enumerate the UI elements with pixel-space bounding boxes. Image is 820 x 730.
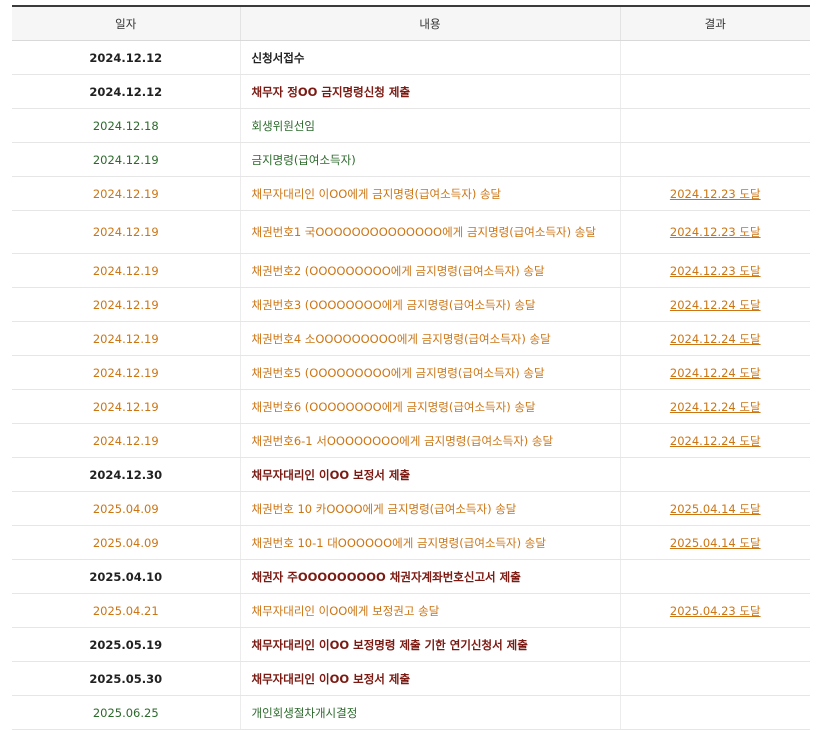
table-row: 2024.12.19 채권번호6 (OOOOOOOO에게 금지명령(급여소득자) … [12,389,810,424]
row-result-link[interactable]: 2024.12.23 도달 [670,264,761,278]
table-row: 2025.06.25 개인회생절차개시결정 [12,695,810,730]
row-result-cell: 2024.12.24 도달 [619,321,810,356]
table-row: 2024.12.19 채권번호2 (OOOOOOOOO에게 금지명령(급여소득자)… [12,253,810,288]
table-row: 2024.12.19 채권번호5 (OOOOOOOOO에게 금지명령(급여소득자)… [12,355,810,390]
table-row: 2024.12.19 채권번호4 소OOOOOOOOO에게 금지명령(급여소득자)… [12,321,810,356]
table-header-row: 일자 내용 결과 [12,6,810,41]
case-progress-table: 일자 내용 결과 2024.12.12 신청서접수 2024.12.12 채무자 정O… [12,5,810,730]
row-result-link[interactable]: 2025.04.14 도달 [670,502,761,516]
case-progress-panel: 일자 내용 결과 2024.12.12 신청서접수 2024.12.12 채무자 정O… [12,5,810,730]
header-content: 내용 [239,6,620,41]
row-result-link[interactable]: 2025.04.14 도달 [670,536,761,550]
row-content: 금지명령(급여소득자) [239,142,620,177]
row-content: 채권번호6 (OOOOOOOO에게 금지명령(급여소득자) 송달 [239,389,620,424]
row-date: 2024.12.19 [12,142,240,177]
row-date: 2024.12.19 [12,210,240,254]
row-content: 채무자대리인 이OO 보정서 제출 [239,457,620,492]
table-row: 2025.04.21 채무자대리인 이OO에게 보정권고 송달 2025.04.23… [12,593,810,628]
row-result-link[interactable]: 2024.12.23 도달 [670,187,761,201]
row-result-cell [619,661,810,696]
row-date: 2024.12.12 [12,74,240,109]
row-result-link[interactable]: 2024.12.24 도달 [670,332,761,346]
row-date: 2025.04.10 [12,559,240,594]
table-row: 2025.04.09 채권번호 10 카OOOO에게 금지명령(급여소득자) 송달… [12,491,810,526]
row-content: 채무자대리인 이OO 보정서 제출 [239,661,620,696]
row-result-link[interactable]: 2025.04.23 도달 [670,604,761,618]
row-date: 2025.04.09 [12,491,240,526]
table-row: 2024.12.12 신청서접수 [12,40,810,75]
row-content: 채권번호 10 카OOOO에게 금지명령(급여소득자) 송달 [239,491,620,526]
row-date: 2024.12.30 [12,457,240,492]
row-result-cell [619,74,810,109]
row-date: 2025.04.21 [12,593,240,628]
row-content: 채무자 정OO 금지명령신청 제출 [239,74,620,109]
row-result-link[interactable]: 2024.12.24 도달 [670,434,761,448]
table-row: 2024.12.19 채권번호1 국OOOOOOOOOOOOOO에게 금지명령(급… [12,210,810,254]
row-result-cell [619,40,810,75]
table-row: 2024.12.19 채무자대리인 이OO에게 금지명령(급여소득자) 송달 202… [12,176,810,211]
row-date: 2024.12.19 [12,176,240,211]
row-date: 2024.12.19 [12,423,240,458]
row-result-cell: 2024.12.24 도달 [619,423,810,458]
row-content: 채권자 주OOOOOOOOO 채권자계좌번호신고서 제출 [239,559,620,594]
header-result: 결과 [619,6,810,41]
row-result-link[interactable]: 2024.12.24 도달 [670,366,761,380]
row-result-cell: 2024.12.23 도달 [619,210,810,254]
row-content: 채권번호2 (OOOOOOOOO에게 금지명령(급여소득자) 송달 [239,253,620,288]
row-content: 채무자대리인 이OO에게 보정권고 송달 [239,593,620,628]
row-result-cell [619,695,810,730]
row-content: 채권번호3 (OOOOOOOO에게 금지명령(급여소득자) 송달 [239,287,620,322]
row-result-cell [619,457,810,492]
row-date: 2025.06.25 [12,695,240,730]
row-result-cell: 2024.12.24 도달 [619,287,810,322]
row-date: 2025.04.09 [12,525,240,560]
row-content: 신청서접수 [239,40,620,75]
table-row: 2024.12.12 채무자 정OO 금지명령신청 제출 [12,74,810,109]
table-row: 2024.12.18 회생위원선임 [12,108,810,143]
table-row: 2025.05.30 채무자대리인 이OO 보정서 제출 [12,661,810,696]
row-result-cell [619,559,810,594]
table-row: 2025.04.10 채권자 주OOOOOOOOO 채권자계좌번호신고서 제출 [12,559,810,594]
row-result-cell [619,142,810,177]
table-body: 2024.12.12 신청서접수 2024.12.12 채무자 정OO 금지명령신청 … [12,40,810,730]
row-result-link[interactable]: 2024.12.23 도달 [670,225,761,239]
row-result-cell: 2025.04.23 도달 [619,593,810,628]
row-result-cell: 2024.12.23 도달 [619,253,810,288]
row-content: 채무자대리인 이OO에게 금지명령(급여소득자) 송달 [239,176,620,211]
row-content: 채권번호 10-1 대OOOOOO에게 금지명령(급여소득자) 송달 [239,525,620,560]
table-row: 2024.12.19 채권번호6-1 서OOOOOOOO에게 금지명령(급여소득자… [12,423,810,458]
row-content: 채권번호6-1 서OOOOOOOO에게 금지명령(급여소득자) 송달 [239,423,620,458]
row-content: 채권번호1 국OOOOOOOOOOOOOO에게 금지명령(급여소득자) 송달 [239,210,620,254]
row-date: 2024.12.19 [12,253,240,288]
table-row: 2024.12.19 채권번호3 (OOOOOOOO에게 금지명령(급여소득자) … [12,287,810,322]
table-row: 2025.05.19 채무자대리인 이OO 보정명령 제출 기한 연기신청서 제출 [12,627,810,662]
row-content: 회생위원선임 [239,108,620,143]
row-result-cell [619,627,810,662]
row-date: 2024.12.19 [12,389,240,424]
row-date: 2024.12.19 [12,355,240,390]
row-result-cell: 2024.12.24 도달 [619,355,810,390]
table-row: 2024.12.19 금지명령(급여소득자) [12,142,810,177]
row-result-cell: 2025.04.14 도달 [619,491,810,526]
table-row: 2025.04.09 채권번호 10-1 대OOOOOO에게 금지명령(급여소득자… [12,525,810,560]
row-result-cell [619,108,810,143]
row-result-link[interactable]: 2024.12.24 도달 [670,400,761,414]
row-content: 채권번호4 소OOOOOOOOO에게 금지명령(급여소득자) 송달 [239,321,620,356]
table-row: 2024.12.30 채무자대리인 이OO 보정서 제출 [12,457,810,492]
row-date: 2025.05.30 [12,661,240,696]
row-date: 2024.12.12 [12,40,240,75]
header-date: 일자 [12,6,240,41]
row-result-link[interactable]: 2024.12.24 도달 [670,298,761,312]
row-date: 2024.12.18 [12,108,240,143]
row-content: 개인회생절차개시결정 [239,695,620,730]
row-result-cell: 2024.12.24 도달 [619,389,810,424]
row-result-cell: 2024.12.23 도달 [619,176,810,211]
row-result-cell: 2025.04.14 도달 [619,525,810,560]
row-date: 2025.05.19 [12,627,240,662]
row-content: 채무자대리인 이OO 보정명령 제출 기한 연기신청서 제출 [239,627,620,662]
row-content: 채권번호5 (OOOOOOOOO에게 금지명령(급여소득자) 송달 [239,355,620,390]
row-date: 2024.12.19 [12,321,240,356]
row-date: 2024.12.19 [12,287,240,322]
